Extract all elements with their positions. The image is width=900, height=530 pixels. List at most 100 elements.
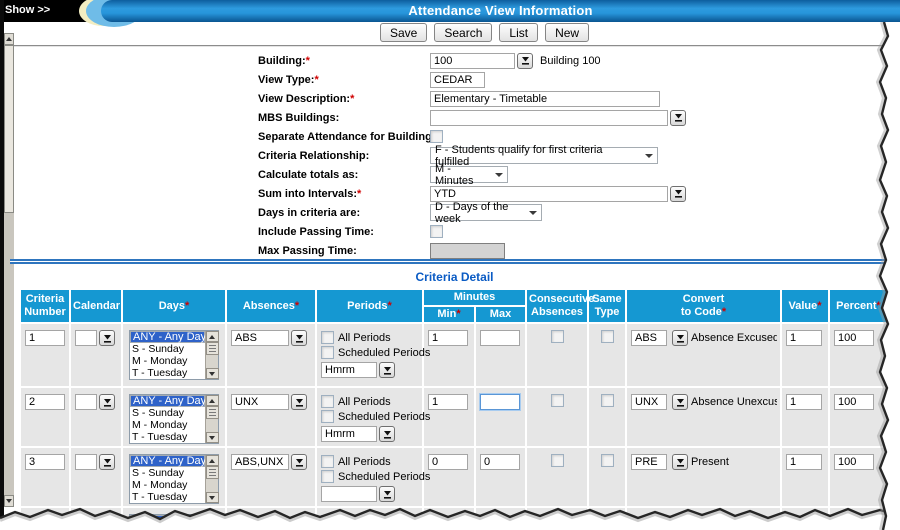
absences-input[interactable] [231,394,289,410]
absences-lookup-button[interactable] [291,330,307,346]
scheduled-periods-checkbox[interactable] [321,470,334,483]
days-option[interactable]: ANY - Any Days [130,455,205,467]
criteria-relationship-select[interactable]: F - Students qualify for first criteria … [430,147,658,164]
listbox-scrollbar[interactable] [205,515,218,530]
min-input[interactable] [428,454,468,470]
days-option[interactable]: ANY - Any Days [130,395,205,407]
list-button[interactable]: List [499,23,538,42]
value-input[interactable] [786,394,822,410]
consecutive-absences-checkbox[interactable] [551,394,564,407]
scrollbar-thumb[interactable] [206,342,219,355]
consecutive-absences-checkbox[interactable] [551,330,564,343]
criteria-number-input[interactable] [25,454,65,470]
calendar-input[interactable] [75,454,97,470]
separate-attendance-checkbox[interactable] [430,130,443,143]
absences-lookup-button[interactable] [291,394,307,410]
percent-input[interactable] [834,394,874,410]
calendar-input[interactable] [75,330,97,346]
calculate-totals-select[interactable]: M - Minutes [430,166,508,183]
include-passing-checkbox[interactable] [430,225,443,238]
scroll-up-icon[interactable] [4,33,14,45]
days-listbox[interactable]: ANY - Any Days S - Sunday M - Monday T -… [129,394,219,444]
value-input[interactable] [786,454,822,470]
mbs-buildings-input[interactable] [430,110,668,126]
convert-code-lookup-button[interactable] [672,454,688,470]
days-option[interactable]: M - Monday [130,419,205,431]
absences-input[interactable] [231,330,289,346]
days-option[interactable]: S - Sunday [130,343,205,355]
days-option[interactable]: ANY - Any Days [130,515,205,527]
all-periods-checkbox[interactable] [321,331,334,344]
left-scrollbar[interactable] [4,33,14,507]
scroll-up-icon[interactable] [206,455,219,466]
same-type-checkbox[interactable] [601,330,614,343]
scroll-up-icon[interactable] [206,395,219,406]
min-input[interactable] [428,394,468,410]
absences-lookup-button[interactable] [291,454,307,470]
scheduled-periods-checkbox[interactable] [321,346,334,359]
period-lookup-button[interactable] [379,362,395,378]
calendar-lookup-button[interactable] [99,330,115,346]
sum-intervals-input[interactable] [430,186,668,202]
scroll-down-icon[interactable] [206,368,219,379]
scroll-down-icon[interactable] [4,495,14,507]
consecutive-absences-checkbox[interactable] [551,454,564,467]
new-button[interactable]: New [545,23,589,42]
same-type-checkbox[interactable] [601,394,614,407]
period-lookup-button[interactable] [379,426,395,442]
period-input[interactable] [321,486,377,502]
convert-code-lookup-button[interactable] [672,330,688,346]
search-button[interactable]: Search [434,23,492,42]
max-input[interactable] [480,330,520,346]
calendar-input[interactable] [75,394,97,410]
days-option[interactable]: T - Tuesday [130,431,205,443]
days-option[interactable]: S - Sunday [130,467,205,479]
days-listbox[interactable]: ANY - Any Days S - Sunday M - Monday T -… [129,454,219,504]
days-option[interactable]: T - Tuesday [130,491,205,503]
all-periods-checkbox[interactable] [321,515,334,528]
min-input[interactable] [428,330,468,346]
days-listbox[interactable]: ANY - Any Days S - Sunday M - Monday T -… [129,330,219,380]
value-input[interactable] [786,330,822,346]
sum-intervals-lookup-button[interactable] [670,186,686,202]
mbs-buildings-lookup-button[interactable] [670,110,686,126]
scrollbar-thumb[interactable] [206,466,219,479]
same-type-checkbox[interactable] [601,454,614,467]
listbox-scrollbar[interactable] [205,331,218,379]
scheduled-periods-checkbox[interactable] [321,410,334,423]
max-input[interactable] [480,454,520,470]
scrollbar-thumb[interactable] [4,45,14,213]
days-option[interactable]: M - Monday [130,355,205,367]
listbox-scrollbar[interactable] [205,455,218,503]
period-input[interactable] [321,426,377,442]
all-periods-checkbox[interactable] [321,395,334,408]
calendar-lookup-button[interactable] [99,454,115,470]
scroll-down-icon[interactable] [206,432,219,443]
days-option[interactable]: S - Sunday [130,407,205,419]
percent-input[interactable] [834,330,874,346]
building-input[interactable] [430,53,515,69]
scroll-up-icon[interactable] [206,331,219,342]
show-menu-toggle[interactable]: Show >> [5,4,50,16]
days-option[interactable]: M - Monday [130,479,205,491]
percent-input[interactable] [834,454,874,470]
listbox-scrollbar[interactable] [205,395,218,443]
all-periods-checkbox[interactable] [321,455,334,468]
scrollbar-track[interactable] [4,213,14,495]
period-lookup-button[interactable] [379,486,395,502]
criteria-number-input[interactable] [25,330,65,346]
building-lookup-button[interactable] [517,53,533,69]
view-description-input[interactable] [430,91,660,107]
absences-input[interactable] [231,454,289,470]
convert-code-input[interactable] [631,330,667,346]
days-listbox[interactable]: ANY - Any Days S - Sunday [129,514,219,530]
scroll-up-icon[interactable] [206,515,219,526]
convert-code-input[interactable] [631,454,667,470]
calendar-lookup-button[interactable] [99,394,115,410]
days-option[interactable]: T - Tuesday [130,367,205,379]
max-input[interactable] [480,394,520,410]
scroll-down-icon[interactable] [206,492,219,503]
save-button[interactable]: Save [380,23,427,42]
criteria-number-input[interactable] [25,394,65,410]
days-in-criteria-select[interactable]: D - Days of the week [430,204,542,221]
